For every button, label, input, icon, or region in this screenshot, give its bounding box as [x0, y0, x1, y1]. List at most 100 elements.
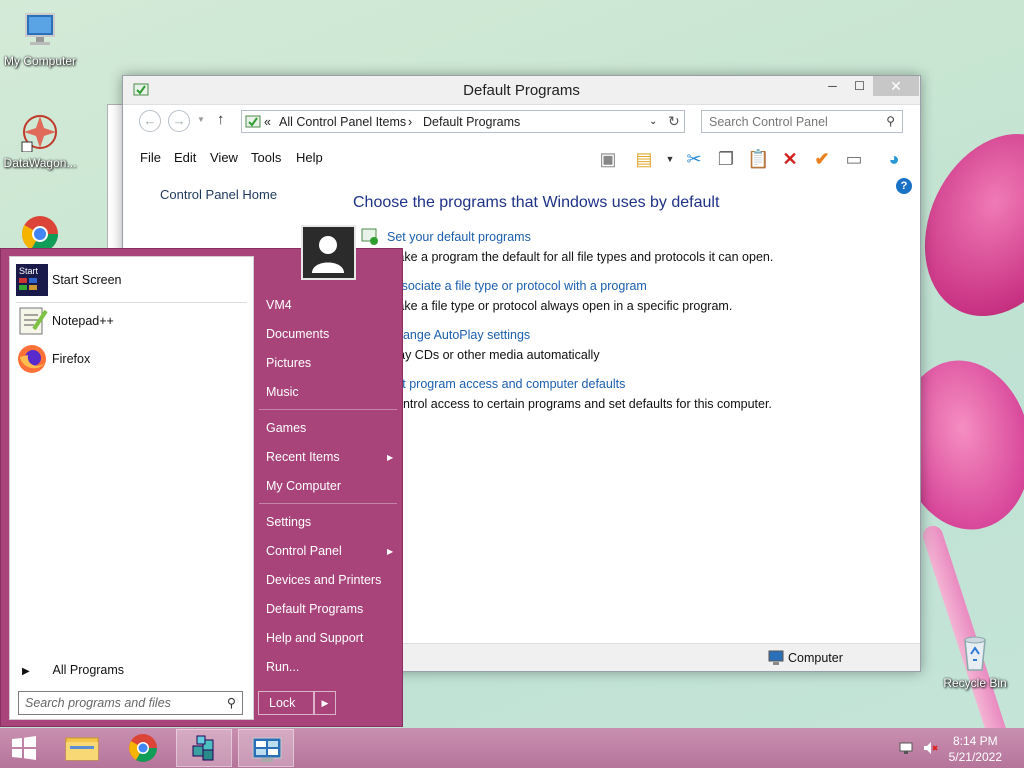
control-panel-icon [252, 737, 282, 762]
cut-icon[interactable]: ✂ [683, 148, 705, 170]
status-computer-label: Computer [788, 651, 843, 665]
notepadpp-item[interactable]: Notepad++ [16, 303, 248, 339]
all-programs-item[interactable]: ▶ All Programs [22, 663, 124, 677]
address-chevron[interactable]: « [264, 115, 271, 129]
notepadpp-label: Notepad++ [52, 314, 114, 328]
start-recent-items-link[interactable]: Recent Items [266, 450, 340, 464]
start-settings-link[interactable]: Settings [266, 515, 311, 529]
properties-icon[interactable]: ▭ [843, 148, 865, 170]
start-menu: Start Start Screen Notepad++ Firefox ▶ A… [0, 225, 403, 727]
menu-help[interactable]: Help [296, 150, 323, 165]
copy-icon[interactable]: ❐ [715, 148, 737, 170]
refresh-icon[interactable]: ↻ [668, 113, 680, 130]
lock-button[interactable]: Lock [258, 691, 314, 715]
breadcrumb-all-control-panel-items[interactable]: All Control Panel Items [279, 115, 406, 129]
clock-date: 5/21/2022 [948, 750, 1002, 764]
associate-file-type-desc: Make a file type or protocol always open… [387, 299, 733, 313]
notepadpp-icon [16, 305, 48, 337]
start-screen-icon-text: Start [19, 266, 39, 276]
start-devices-printers-link[interactable]: Devices and Printers [266, 573, 381, 587]
start-run-link[interactable]: Run... [266, 660, 299, 674]
layout-pane-icon[interactable]: ▣ [597, 148, 619, 170]
address-field[interactable]: « All Control Panel Items › Default Prog… [241, 110, 685, 133]
close-button[interactable]: ✕ [873, 76, 919, 96]
back-arrow-icon[interactable]: ← [139, 110, 161, 132]
search-control-panel-input[interactable]: Search Control Panel ⚲ [701, 110, 903, 133]
minimize-button[interactable]: ─ [819, 76, 846, 96]
desktop-icon-recycle-bin[interactable]: Recycle Bin [935, 632, 1015, 690]
up-arrow-icon[interactable]: ↑ [217, 111, 225, 128]
volume-muted-icon[interactable] [922, 740, 938, 756]
taskbar-app-cubes[interactable] [176, 729, 232, 767]
folder-icon [65, 737, 99, 761]
paste-icon[interactable]: 📋 [747, 148, 769, 170]
taskbar-chrome[interactable] [115, 729, 171, 767]
window-titlebar[interactable]: Default Programs ─ ☐ ✕ [123, 76, 920, 105]
taskbar-control-panel[interactable] [238, 729, 294, 767]
address-dropdown-icon[interactable]: ⌄ [649, 116, 657, 127]
search-icon[interactable]: ⚲ [886, 114, 895, 128]
set-default-programs-link[interactable]: Set your default programs [387, 230, 531, 244]
expand-arrow-icon: ▶ [22, 666, 30, 677]
start-default-programs-link[interactable]: Default Programs [266, 602, 363, 616]
firefox-icon [16, 343, 48, 375]
address-bar: ← → ▼ ↑ « All Control Panel Items › Defa… [123, 105, 920, 135]
desktop-icon-datawagon[interactable]: DataWagon... [0, 112, 80, 170]
start-menu-programs-pane: Start Start Screen Notepad++ Firefox ▶ A… [9, 256, 254, 720]
menu-tools[interactable]: Tools [251, 150, 281, 165]
globe-icon[interactable]: ◕ [883, 148, 905, 170]
delete-icon[interactable]: ✕ [779, 148, 801, 170]
desktop-icon-my-computer[interactable]: My Computer [0, 10, 80, 68]
set-default-programs-desc: Make a program the default for all file … [387, 250, 774, 264]
breadcrumb-separator[interactable]: › [408, 115, 412, 129]
control-panel-home-link[interactable]: Control Panel Home [160, 187, 277, 202]
folder-options-icon[interactable]: ▤ [633, 148, 655, 170]
menu-view[interactable]: View [210, 150, 238, 165]
firefox-item[interactable]: Firefox [16, 341, 248, 377]
recent-pages-chevron-icon[interactable]: ▼ [197, 115, 205, 124]
taskbar-file-explorer[interactable] [54, 729, 110, 767]
menu-edit[interactable]: Edit [174, 150, 196, 165]
start-pictures-link[interactable]: Pictures [266, 356, 311, 370]
start-documents-link[interactable]: Documents [266, 327, 329, 341]
desktop-icon-label: DataWagon... [3, 156, 77, 170]
breadcrumb-default-programs[interactable]: Default Programs [423, 115, 520, 129]
start-search-placeholder: Search programs and files [25, 696, 171, 710]
start-screen-item[interactable]: Start Start Screen [16, 262, 248, 298]
autoplay-settings-link[interactable]: Change AutoPlay settings [387, 328, 530, 342]
cubes-icon [192, 735, 214, 761]
chrome-icon [129, 734, 157, 762]
start-games-link[interactable]: Games [266, 421, 306, 435]
help-icon[interactable]: ? [896, 178, 912, 194]
computer-icon [20, 10, 60, 50]
apply-checkmark-icon[interactable]: ✔ [811, 148, 833, 170]
user-avatar[interactable] [301, 225, 356, 280]
associate-file-type-link[interactable]: Associate a file type or protocol with a… [387, 279, 647, 293]
default-programs-icon [361, 228, 379, 249]
start-screen-icon: Start [16, 264, 48, 296]
program-access-desc: Control access to certain programs and s… [387, 397, 772, 411]
network-icon[interactable] [898, 740, 914, 756]
start-search-input[interactable]: Search programs and files ⚲ [18, 691, 243, 715]
taskbar: 8:14 PM 5/21/2022 [0, 728, 1024, 768]
forward-arrow-icon[interactable]: → [168, 110, 190, 132]
desktop-icon-label: My Computer [3, 54, 77, 68]
start-control-panel-link[interactable]: Control Panel [266, 544, 342, 558]
start-music-link[interactable]: Music [266, 385, 299, 399]
start-my-computer-link[interactable]: My Computer [266, 479, 341, 493]
start-user-link[interactable]: VM4 [266, 298, 292, 312]
taskbar-clock[interactable]: 8:14 PM 5/21/2022 [949, 733, 1002, 765]
maximize-button[interactable]: ☐ [846, 76, 873, 96]
datawagon-icon [20, 112, 60, 153]
start-help-support-link[interactable]: Help and Support [266, 631, 363, 645]
menu-file[interactable]: File [140, 150, 161, 165]
clock-time: 8:14 PM [952, 734, 998, 748]
start-button[interactable] [0, 729, 48, 767]
lock-options-arrow-icon[interactable]: ▶ [314, 691, 336, 715]
window-title: Default Programs [463, 82, 580, 99]
desktop-icon-label: Recycle Bin [943, 676, 1007, 690]
options-dropdown-icon[interactable]: ▼ [659, 148, 681, 170]
separator [259, 503, 397, 504]
search-icon[interactable]: ⚲ [227, 695, 236, 710]
program-access-link[interactable]: Set program access and computer defaults [387, 377, 625, 391]
